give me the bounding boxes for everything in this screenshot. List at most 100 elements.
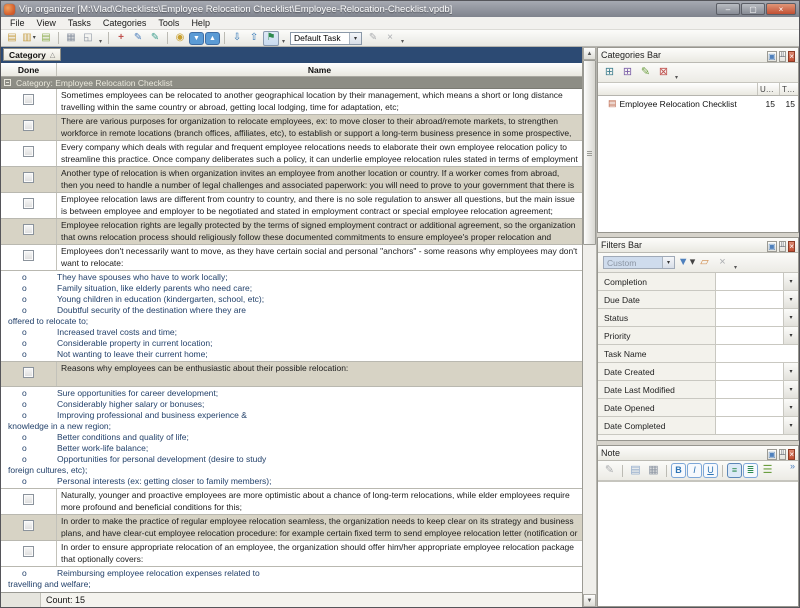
close-button[interactable]: × [788,51,795,62]
print-note-icon[interactable]: ▦ [645,463,662,479]
toolbar-overflow-icon[interactable]: ▾ [99,38,102,45]
note-editor[interactable] [598,481,798,606]
insert-file-icon[interactable]: ▤ [627,463,644,479]
task-checkbox[interactable] [23,494,34,505]
total-column-header[interactable]: T… [779,83,798,95]
overflow-chevron-icon[interactable]: » [790,461,795,471]
delete-category-icon[interactable]: ⊠ [655,65,672,81]
task-checkbox[interactable] [23,94,34,105]
filter-dropdown-icon[interactable]: ▾ [783,399,798,416]
filter-value-field[interactable] [716,291,783,308]
scrollbar-track[interactable] [583,245,596,594]
underline-icon[interactable]: U [703,463,718,478]
filter-value-field[interactable] [716,327,783,344]
task-checkbox[interactable] [23,198,34,209]
task-checkbox[interactable] [23,250,34,261]
toolbar-overflow-icon[interactable]: ▾ [282,38,285,45]
vertical-scrollbar[interactable]: ▲ ▼ [583,47,597,607]
filter-value-field[interactable] [716,399,783,416]
filter-value-field[interactable] [716,273,783,290]
menu-help[interactable]: Help [186,18,215,28]
undock-button[interactable]: ▣ [767,449,777,460]
task-row[interactable]: Naturally, younger and proactive employe… [1,489,582,515]
filter-dropdown-icon[interactable]: ▾ [783,381,798,398]
task-checkbox[interactable] [23,367,34,378]
toolbar-overflow-icon[interactable]: ▾ [675,74,678,81]
expand-all-icon[interactable]: ⇩ [229,31,245,46]
task-checkbox[interactable] [23,520,34,531]
task-row[interactable]: In order to ensure appropriate relocatio… [1,541,582,567]
task-row[interactable]: Every company which deals with regular a… [1,141,582,167]
category-list-item[interactable]: ▤Employee Relocation Checklist1515 [598,96,798,111]
filter-dropdown-icon[interactable]: ▾ [783,363,798,380]
undock-button[interactable]: ▣ [767,241,777,252]
task-row[interactable]: Employee relocation rights are legally p… [1,219,582,245]
scroll-down-icon[interactable]: ▼ [583,594,596,607]
menu-view[interactable]: View [32,18,61,28]
task-checkbox[interactable] [23,224,34,235]
pin-button[interactable]: ╨ [779,51,787,62]
uncompleted-column-header[interactable]: U… [757,83,779,95]
task-row[interactable]: Another type of relocation is when organ… [1,167,582,193]
new-database-icon[interactable]: ▤ [4,31,20,46]
scroll-up-icon[interactable]: ▲ [583,47,596,60]
duplicate-task-icon[interactable]: ✎ [147,31,163,46]
task-checkbox[interactable] [23,120,34,131]
filter-value-field[interactable] [716,345,798,362]
task-row[interactable]: There are various purposes for organizat… [1,115,582,141]
name-column-header[interactable]: Name [57,63,582,76]
move-up-icon[interactable]: ▲ [205,32,220,45]
task-row[interactable]: Employee relocation laws are different f… [1,193,582,219]
menu-tools[interactable]: Tools [153,18,184,28]
align-left-icon[interactable]: ≡ [727,463,742,478]
view-notes-icon[interactable]: ◉ [172,31,188,46]
toolbar-overflow-icon[interactable]: ▾ [401,38,404,45]
italic-icon[interactable]: I [687,463,702,478]
filter-preset-combo[interactable]: Custom ▾ [603,256,675,269]
filter-dropdown-icon[interactable]: ▾ [783,309,798,326]
combo-dropdown-icon[interactable]: ▾ [349,33,361,44]
filter-value-field[interactable] [716,417,783,434]
categories-list-empty-area[interactable] [598,111,798,232]
bullet-list-icon[interactable]: ☰ [759,463,776,479]
task-row[interactable]: Sometimes employees can be relocated to … [1,89,582,115]
task-checkbox[interactable] [23,546,34,557]
close-button[interactable]: × [766,3,796,15]
open-database-icon[interactable]: ▥▾ [21,31,37,46]
save-database-icon[interactable]: ▤ [38,31,54,46]
undock-button[interactable]: ▣ [767,51,777,62]
filter-value-field[interactable] [716,381,783,398]
maximize-button[interactable]: ▢ [741,3,765,15]
default-task-combo[interactable]: Default Task▾ [290,32,362,45]
done-column-header[interactable]: Done [1,63,57,76]
menu-file[interactable]: File [5,18,30,28]
collapse-all-icon[interactable]: ⇧ [246,31,262,46]
filter-dropdown-icon[interactable]: ▾ [783,417,798,434]
pin-button[interactable]: ╨ [779,241,787,252]
filter-dropdown-icon[interactable]: ▾ [783,291,798,308]
edit-category-icon[interactable]: ✎ [637,65,654,81]
scrollbar-thumb[interactable] [583,60,596,245]
filter-criteria-icon[interactable]: ▼▾ [678,255,695,271]
print-preview-icon[interactable]: ◱ [80,31,96,46]
combo-dropdown-icon[interactable]: ▾ [662,257,674,268]
category-sort-button[interactable]: Category △ [3,48,61,61]
pin-button[interactable]: ╨ [779,449,787,460]
new-subcategory-icon[interactable]: ⊞ [619,65,636,81]
close-button[interactable]: × [788,449,795,460]
task-row[interactable]: Employees don't necessarily want to move… [1,245,582,271]
new-category-icon[interactable]: ⊞ [601,65,618,81]
task-checkbox[interactable] [23,172,34,183]
toolbar-overflow-icon[interactable]: ▾ [734,264,737,271]
category-group-row[interactable]: Category: Employee Relocation Checklist [1,77,582,89]
menu-tasks[interactable]: Tasks [63,18,96,28]
filter-dropdown-icon[interactable]: ▾ [783,327,798,344]
align-justify-icon[interactable]: ≣ [743,463,758,478]
flag-green-icon[interactable]: ⚑ [263,31,279,46]
task-row[interactable]: In order to make the practice of regular… [1,515,582,541]
task-row[interactable]: Reasons why employees can be enthusiasti… [1,362,582,387]
filter-value-field[interactable] [716,309,783,326]
collapse-group-icon[interactable] [4,79,11,86]
edit-task-icon[interactable]: ✎ [130,31,146,46]
print-icon[interactable]: ▦ [63,31,79,46]
